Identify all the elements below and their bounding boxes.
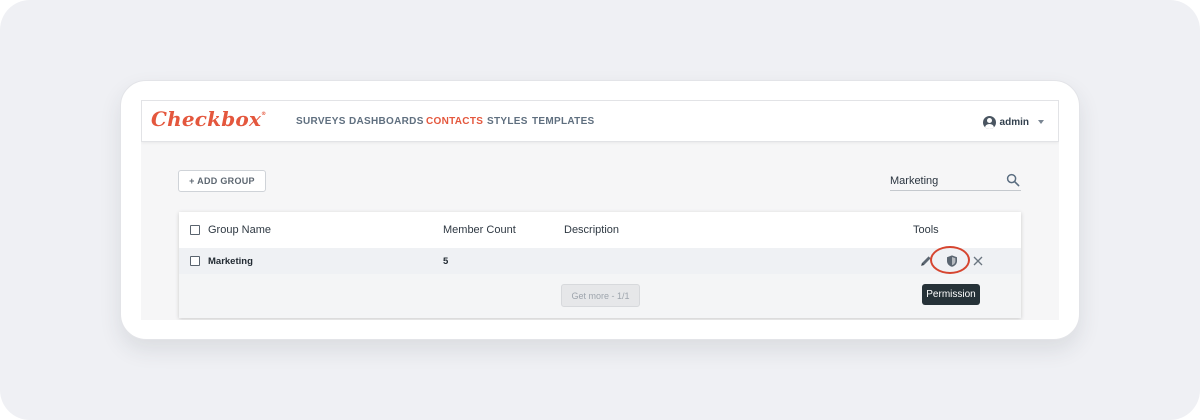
nav-templates[interactable]: TEMPLATES [532, 116, 595, 127]
chevron-down-icon [1038, 120, 1044, 124]
table-row[interactable]: Marketing 5 [179, 248, 1021, 274]
nav-surveys[interactable]: SURVEYS [296, 116, 346, 127]
select-all-checkbox[interactable] [190, 225, 200, 235]
search-box [890, 170, 1021, 191]
permission-tooltip: Permission [922, 284, 980, 305]
table-footer: Get more - 1/1 [179, 274, 1021, 318]
highlight-circle [930, 246, 970, 274]
nav-contacts[interactable]: CONTACTS [426, 116, 483, 127]
search-input[interactable] [890, 173, 1000, 189]
get-more-button[interactable]: Get more - 1/1 [561, 284, 640, 307]
avatar-icon [982, 115, 996, 129]
column-header-tools: Tools [913, 224, 939, 236]
groups-table: Group Name Member Count Description Tool… [179, 212, 1021, 318]
close-icon[interactable] [971, 254, 985, 268]
logo[interactable]: Checkbox® [151, 107, 266, 131]
nav-styles[interactable]: STYLES [487, 116, 528, 127]
user-name: admin [999, 116, 1029, 128]
column-header-group-name[interactable]: Group Name [208, 224, 271, 236]
top-navbar: Checkbox® SURVEYS DASHBOARDS CONTACTS ST… [141, 100, 1059, 142]
row-checkbox[interactable] [190, 256, 200, 266]
add-group-button[interactable]: + ADD GROUP [178, 170, 266, 192]
nav-dashboards[interactable]: DASHBOARDS [349, 116, 424, 127]
column-header-description[interactable]: Description [564, 224, 619, 236]
member-count-cell: 5 [443, 256, 449, 267]
column-header-member-count[interactable]: Member Count [443, 224, 516, 236]
user-menu[interactable]: admin [982, 114, 1044, 130]
search-icon[interactable] [1006, 173, 1020, 187]
group-name-cell[interactable]: Marketing [208, 256, 253, 267]
